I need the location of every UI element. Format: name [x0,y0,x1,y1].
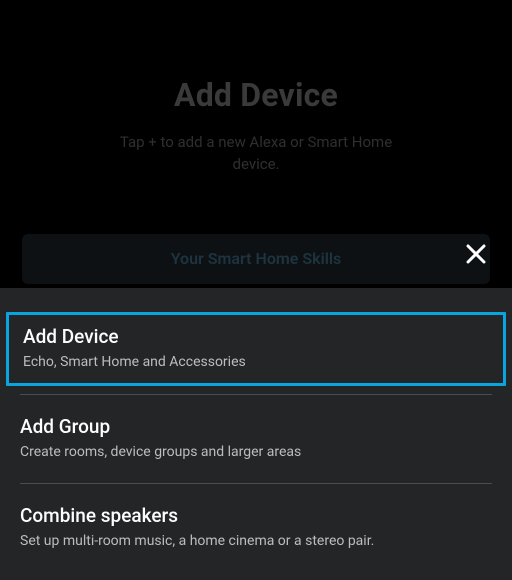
menu-item-add-group[interactable]: Add Group Create rooms, device groups an… [0,401,512,477]
menu-item-combine-speakers[interactable]: Combine speakers Set up multi-room music… [0,490,512,566]
page-subtitle: Tap + to add a new Alexa or Smart Home d… [106,132,406,176]
menu-item-title: Add Device [23,325,489,348]
divider [20,483,492,484]
close-icon [464,242,488,270]
menu-item-subtitle: Set up multi-room music, a home cinema o… [20,532,492,550]
smart-home-skills-button[interactable]: Your Smart Home Skills [22,234,490,284]
menu-item-subtitle: Echo, Smart Home and Accessories [23,353,489,371]
divider [20,394,492,395]
action-sheet: Add Device Echo, Smart Home and Accessor… [0,288,512,580]
smart-home-skills-label: Your Smart Home Skills [171,249,342,268]
menu-item-add-device[interactable]: Add Device Echo, Smart Home and Accessor… [6,312,506,386]
menu-item-title: Add Group [20,415,492,438]
menu-item-subtitle: Create rooms, device groups and larger a… [20,443,492,461]
menu-item-title: Combine speakers [20,504,492,527]
page-title: Add Device [174,76,338,114]
close-button[interactable] [462,242,490,270]
